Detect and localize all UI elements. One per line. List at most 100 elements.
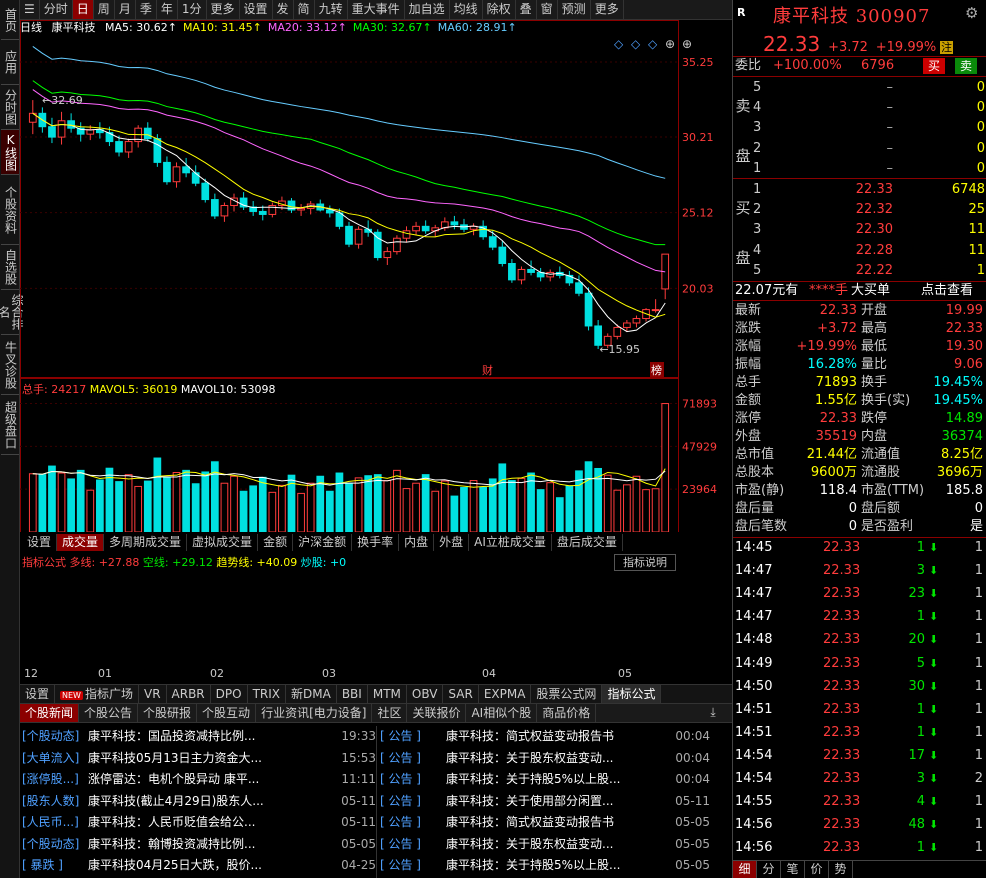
left-tab-4[interactable]: 个股资料 — [1, 175, 19, 245]
left-tab-3[interactable]: K线图 — [1, 130, 19, 175]
news-title[interactable]: 康平科技：简式权益变动报告书 — [446, 812, 670, 834]
news-tab-2[interactable]: 个股研报 — [138, 704, 198, 722]
news-tab-7[interactable]: AI相似个股 — [466, 704, 538, 722]
big-order-link[interactable]: 点击查看 — [921, 282, 973, 300]
sellbook-row-0[interactable]: 5 – 0 — [753, 78, 986, 98]
buybook-row-3[interactable]: 4 22.28 11 — [753, 241, 986, 261]
news-left-item-5[interactable]: [个股动态] 康平科技：翰博投资减持比例... 05-05 — [22, 834, 376, 856]
download-icon[interactable]: ⤓ — [704, 705, 722, 721]
toolbar-item-17[interactable]: 窗 — [537, 0, 558, 19]
news-left-item-6[interactable]: [ 暴跌 ] 康平科技04月25日大跌，股价... 04-25 — [22, 855, 376, 877]
toolbar-item-8[interactable]: 设置 — [240, 0, 273, 19]
kline-chart[interactable]: 35.25 30.21 25.12 20.03 ←32.69 ←15.95 财 榜 71893 4… — [20, 20, 732, 532]
menu-icon[interactable]: ☰ — [20, 0, 40, 19]
quote-tab-0[interactable]: 细 — [733, 861, 757, 878]
left-tab-2[interactable]: 分时图 — [1, 85, 19, 130]
toolbar-item-5[interactable]: 年 — [157, 0, 178, 19]
toolbar-item-16[interactable]: 叠 — [516, 0, 537, 19]
toolbar-item-3[interactable]: 月 — [115, 0, 136, 19]
news-right-item-6[interactable]: [ 公告 ] 康平科技：关于持股5%以上股... 05-05 — [380, 855, 710, 877]
toolbar-item-10[interactable]: 简 — [294, 0, 315, 19]
toolbar-item-15[interactable]: 除权 — [483, 0, 516, 19]
toolbar-item-18[interactable]: 预测 — [558, 0, 591, 19]
news-title[interactable]: 康平科技：关于持股5%以上股... — [446, 769, 670, 791]
big-order-row[interactable]: 22.07元有 ****手 大买单 点击查看 — [733, 282, 986, 300]
toolbar-item-9[interactable]: 发 — [273, 0, 294, 19]
indicator-tab-11[interactable]: EXPMA — [479, 685, 532, 703]
indicator-tab-10[interactable]: SAR — [443, 685, 479, 703]
news-right-item-1[interactable]: [ 公告 ] 康平科技：关于股东权益变动... 00:04 — [380, 748, 710, 770]
quote-tab-2[interactable]: 笔 — [781, 861, 805, 878]
news-left-item-2[interactable]: [涨停股...] 涨停雷达：电机个股异动 康平... 11:11 — [22, 769, 376, 791]
volume-tab-1[interactable]: 成交量 — [57, 534, 105, 551]
news-title[interactable]: 康平科技：翰博投资减持比例... — [88, 834, 336, 856]
buybook-row-2[interactable]: 3 22.30 11 — [753, 220, 986, 240]
toolbar-item-12[interactable]: 重大事件 — [348, 0, 405, 19]
quote-tab-3[interactable]: 价 — [805, 861, 829, 878]
sellbook-row-4[interactable]: 1 – 0 — [753, 159, 986, 179]
news-tab-6[interactable]: 关联报价 — [407, 704, 467, 722]
left-tab-8[interactable]: 超级盘口 — [1, 395, 19, 455]
volume-tab-7[interactable]: 内盘 — [399, 534, 435, 551]
quote-tab-1[interactable]: 分 — [757, 861, 781, 878]
indicator-tab-8[interactable]: MTM — [368, 685, 407, 703]
volume-tab-0[interactable]: 设置 — [22, 534, 58, 551]
news-left-item-3[interactable]: [股东人数] 康平科技(截止4月29日)股东人... 05-11 — [22, 791, 376, 813]
indicator-tab-0[interactable]: 设置 — [20, 685, 56, 703]
buy-button[interactable]: 买 — [923, 58, 946, 74]
news-title[interactable]: 康平科技(截止4月29日)股东人... — [88, 791, 336, 813]
news-tab-3[interactable]: 个股互动 — [197, 704, 257, 722]
quote-tab-4[interactable]: 势 — [829, 861, 853, 878]
news-title[interactable]: 康平科技：简式权益变动报告书 — [446, 726, 670, 748]
volume-tab-2[interactable]: 多周期成交量 — [104, 534, 188, 551]
news-right-item-2[interactable]: [ 公告 ] 康平科技：关于持股5%以上股... 00:04 — [380, 769, 710, 791]
news-title[interactable]: 康平科技05月13日主力资金大... — [88, 748, 336, 770]
buybook-row-1[interactable]: 2 22.32 25 — [753, 200, 986, 220]
news-title[interactable]: 康平科技：关于持股5%以上股... — [446, 855, 670, 877]
gear-icon[interactable]: ⚙ — [965, 4, 978, 22]
toolbar-item-13[interactable]: 加自选 — [405, 0, 450, 19]
news-right-item-4[interactable]: [ 公告 ] 康平科技：简式权益变动报告书 05-05 — [380, 812, 710, 834]
news-tab-5[interactable]: 社区 — [372, 704, 408, 722]
indicator-tab-9[interactable]: OBV — [407, 685, 444, 703]
sellbook-row-2[interactable]: 3 – 0 — [753, 118, 986, 138]
indicator-tab-12[interactable]: 股票公式网 — [531, 685, 603, 703]
toolbar-item-6[interactable]: 1分 — [178, 0, 207, 19]
toolbar-item-11[interactable]: 九转 — [315, 0, 348, 19]
left-tab-7[interactable]: 牛叉诊股 — [1, 335, 19, 395]
note-badge[interactable]: 注 — [940, 41, 954, 54]
sellbook-row-3[interactable]: 2 – 0 — [753, 139, 986, 159]
volume-tab-8[interactable]: 外盘 — [434, 534, 470, 551]
volume-tab-10[interactable]: 盘后成交量 — [552, 534, 623, 551]
news-title[interactable]: 康平科技：关于股东权益变动... — [446, 748, 670, 770]
news-title[interactable]: 康平科技04月25日大跌，股价... — [88, 855, 336, 877]
toolbar-item-7[interactable]: 更多 — [207, 0, 240, 19]
left-tab-5[interactable]: 自选股 — [1, 245, 19, 290]
news-tab-4[interactable]: 行业资讯[电力设备] — [256, 704, 373, 722]
news-tab-0[interactable]: 个股新闻 — [20, 704, 80, 722]
news-title[interactable]: 康平科技：人民币贬值会给公... — [88, 812, 336, 834]
toolbar-item-14[interactable]: 均线 — [450, 0, 483, 19]
news-right-item-3[interactable]: [ 公告 ] 康平科技：关于使用部分闲置... 05-11 — [380, 791, 710, 813]
news-title[interactable]: 涨停雷达：电机个股异动 康平... — [88, 769, 336, 791]
news-title[interactable]: 康平科技：国品投资减持比例... — [88, 726, 336, 748]
news-right-item-0[interactable]: [ 公告 ] 康平科技：简式权益变动报告书 00:04 — [380, 726, 710, 748]
indicator-tab-7[interactable]: BBI — [337, 685, 368, 703]
sell-button[interactable]: 卖 — [955, 58, 978, 74]
toolbar-item-0[interactable]: 分时 — [40, 0, 73, 19]
volume-tab-9[interactable]: AI立桩成交量 — [469, 534, 552, 551]
news-left-item-1[interactable]: [大单流入] 康平科技05月13日主力资金大... 15:53 — [22, 748, 376, 770]
toolbar-item-2[interactable]: 周 — [94, 0, 115, 19]
indicator-tab-4[interactable]: DPO — [211, 685, 248, 703]
indicator-tab-6[interactable]: 新DMA — [286, 685, 337, 703]
left-tab-1[interactable]: 应用 — [1, 40, 19, 85]
left-tab-6[interactable]: 综合排名 — [0, 290, 24, 335]
buybook-row-0[interactable]: 1 22.33 6748 — [753, 180, 986, 200]
sellbook-row-1[interactable]: 4 – 0 — [753, 98, 986, 118]
toolbar-item-1[interactable]: 日 — [72, 0, 94, 19]
buybook-row-4[interactable]: 5 22.22 1 — [753, 261, 986, 281]
news-title[interactable]: 康平科技：关于使用部分闲置... — [446, 791, 670, 813]
indicator-tab-2[interactable]: VR — [139, 685, 167, 703]
indicator-help-button[interactable]: 指标说明 — [614, 554, 676, 571]
volume-tab-6[interactable]: 换手率 — [352, 534, 400, 551]
